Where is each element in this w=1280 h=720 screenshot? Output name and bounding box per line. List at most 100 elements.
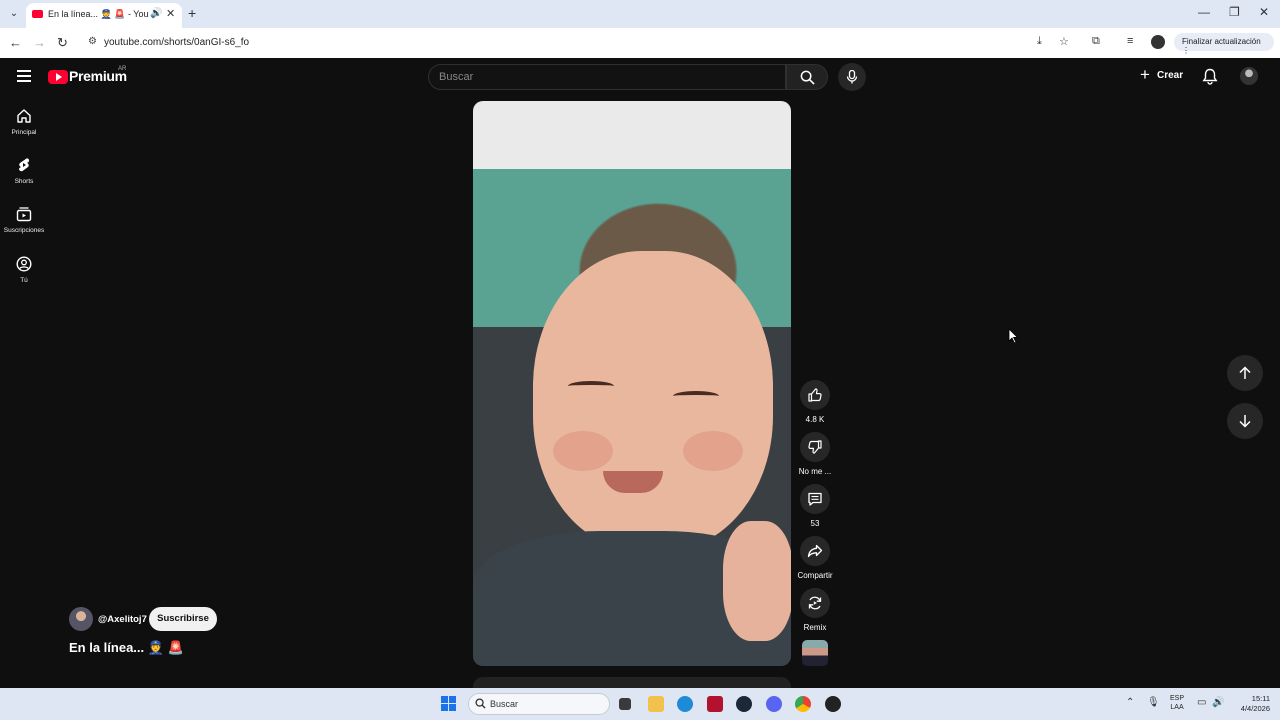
browser-tab-bar: ⌄ En la línea... 👮 🚨 - YouTube 🔊 ✕ + — ❐… [0, 0, 1280, 28]
lang-primary: ESP [1170, 695, 1185, 702]
tab-search-icon[interactable]: ⌄ [6, 6, 22, 22]
share-button[interactable] [800, 536, 830, 566]
thumbs-up-icon [808, 388, 822, 402]
clock[interactable]: 15:11 4/4/2026 [1232, 694, 1270, 714]
steam-icon[interactable] [736, 696, 752, 712]
edge-icon[interactable] [677, 696, 693, 712]
sidebar-item-label: Tú [20, 277, 28, 284]
remix-action[interactable]: Remix [796, 588, 834, 632]
microphone-icon [846, 70, 858, 84]
tab-close-icon[interactable]: ✕ [166, 7, 175, 20]
shorts-icon [19, 158, 30, 172]
audio-playing-icon[interactable]: 🔊 [150, 8, 162, 19]
acrobat-icon[interactable] [707, 696, 723, 712]
arrow-down-icon [1239, 415, 1251, 428]
window-close-icon[interactable]: ✕ [1259, 5, 1269, 19]
share-icon [807, 544, 823, 558]
short-video-player[interactable] [473, 101, 791, 666]
reload-icon[interactable]: ↻ [57, 35, 68, 51]
update-button[interactable]: Finalizar actualización ⋮ [1174, 33, 1274, 55]
logo-region: AR [118, 66, 127, 72]
minimize-icon[interactable]: — [1198, 5, 1210, 19]
channel-avatar[interactable] [69, 607, 93, 631]
new-tab-button[interactable]: + [188, 5, 196, 21]
address-bar[interactable]: ⚙ youtube.com/shorts/0anGI-s6_fo [80, 31, 1080, 55]
url-text[interactable]: youtube.com/shorts/0anGI-s6_fo [104, 37, 249, 48]
install-app-icon[interactable]: ⤓ [1037, 35, 1042, 48]
arrow-up-icon [1239, 366, 1251, 379]
remix-label: Remix [803, 623, 827, 632]
home-icon [17, 109, 31, 123]
hidden-icons-chevron-icon[interactable]: ⌃ [1126, 697, 1134, 708]
task-view-icon[interactable] [619, 698, 631, 710]
share-label: Compartir [797, 571, 833, 580]
subscribe-button[interactable]: Suscribirse [149, 607, 217, 631]
create-button[interactable]: + Crear [1135, 66, 1191, 86]
channel-name[interactable]: @Axelitoj7 [98, 614, 147, 625]
network-icon[interactable]: ▭ [1197, 697, 1206, 708]
short-title[interactable]: En la línea... 👮 🚨 [69, 640, 184, 656]
media-control-icon[interactable]: ≡ [1127, 35, 1133, 47]
previous-short-button[interactable] [1227, 355, 1263, 391]
chrome-icon[interactable] [795, 696, 811, 712]
dislike-button[interactable] [800, 432, 830, 462]
remix-icon [808, 596, 822, 610]
sidebar-item-shorts[interactable]: Shorts [0, 157, 48, 185]
create-label: Crear [1157, 70, 1184, 81]
windows-start-icon[interactable] [441, 696, 456, 711]
browser-tab[interactable]: En la línea... 👮 🚨 - YouTube 🔊 ✕ [26, 3, 182, 28]
sidebar-item-label: Shorts [14, 178, 34, 185]
search-input[interactable]: Buscar [428, 64, 786, 90]
restore-icon[interactable]: ❐ [1229, 5, 1240, 19]
clock-time: 15:11 [1251, 694, 1270, 703]
profile-avatar[interactable] [1151, 35, 1165, 49]
bookmark-star-icon[interactable]: ☆ [1059, 35, 1069, 48]
video-frame-face [533, 251, 773, 551]
sidebar-item-label: Principal [11, 129, 37, 136]
next-short-button[interactable] [1227, 403, 1263, 439]
search-button[interactable] [786, 64, 828, 90]
like-action[interactable]: 4.8 K [796, 380, 834, 424]
browser-toolbar: ← → ↻ ⚙ youtube.com/shorts/0anGI-s6_fo ⤓… [0, 28, 1280, 58]
clock-date: 4/4/2026 [1240, 704, 1270, 713]
notifications-bell-icon[interactable] [1202, 68, 1218, 85]
comments-button[interactable] [800, 484, 830, 514]
lang-secondary: LAA [1170, 704, 1184, 711]
obs-icon[interactable] [825, 696, 841, 712]
menu-icon[interactable] [17, 70, 31, 82]
sound-thumbnail[interactable] [802, 640, 828, 666]
like-button[interactable] [800, 380, 830, 410]
youtube-logo-icon [48, 70, 68, 84]
remix-button[interactable] [800, 588, 830, 618]
search-placeholder: Buscar [439, 71, 474, 83]
discord-icon[interactable] [766, 696, 782, 712]
taskbar-search[interactable]: Buscar [468, 693, 610, 715]
thumbs-down-icon [808, 440, 822, 454]
file-explorer-icon[interactable] [648, 696, 664, 712]
forward-icon[interactable]: → [33, 35, 46, 50]
tab-title: En la línea... 👮 🚨 - YouTube [48, 9, 148, 19]
update-button-label: Finalizar actualización [1182, 37, 1261, 46]
input-language[interactable]: ESP LAA [1170, 694, 1184, 712]
comment-icon [808, 492, 822, 506]
mouse-cursor-icon [1008, 328, 1018, 344]
voice-search-button[interactable] [838, 63, 866, 91]
sidebar-item-subscriptions[interactable]: Suscripciones [0, 206, 48, 234]
extensions-icon[interactable]: ⧉ [1092, 35, 1100, 48]
sidebar-item-principal[interactable]: Principal [0, 108, 48, 136]
windows-taskbar: Buscar ⌃ 🎙 ESP LAA ▭ 🔊 15:11 4/4/2026 [0, 688, 1280, 720]
back-icon[interactable]: ← [9, 35, 22, 50]
comments-action[interactable]: 53 [796, 484, 834, 528]
site-info-icon[interactable]: ⚙ [88, 36, 97, 47]
share-action[interactable]: Compartir [796, 536, 834, 580]
volume-icon[interactable]: 🔊 [1212, 697, 1224, 708]
taskbar-search-label: Buscar [490, 699, 519, 709]
tray-microphone-icon[interactable]: 🎙 [1147, 697, 1160, 708]
plus-icon: + [1140, 65, 1150, 84]
dislike-action[interactable]: No me ... [796, 432, 834, 476]
user-avatar[interactable] [1240, 67, 1258, 85]
comment-count: 53 [810, 519, 820, 528]
sidebar-item-you[interactable]: Tú [0, 256, 48, 284]
you-icon [16, 256, 32, 272]
like-count: 4.8 K [805, 415, 825, 424]
